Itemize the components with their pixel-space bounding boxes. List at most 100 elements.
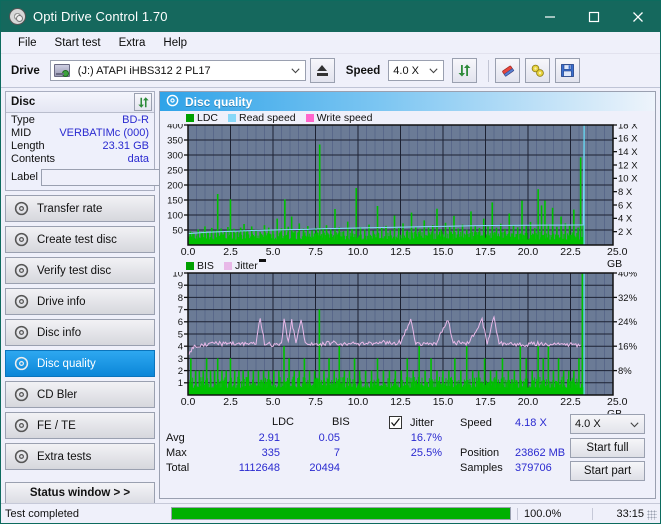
sidebar-item-label: Verify test disc: [37, 264, 112, 277]
sidebar-item-cd-bler[interactable]: CD Bler: [5, 381, 155, 408]
legend-item-read-speed: Read speed: [228, 112, 296, 124]
y-tick-label: 150: [167, 195, 183, 206]
maximize-icon[interactable]: [572, 1, 616, 32]
stats-jitter-max: 25.5%: [410, 447, 442, 459]
disc-icon: [14, 294, 29, 309]
menu-item-help[interactable]: Help: [154, 35, 196, 51]
disc-row-value: VERBATIMc (000): [59, 127, 149, 139]
menu-item-extra[interactable]: Extra: [110, 35, 155, 51]
drive-icon: [53, 64, 70, 77]
y2-tick-label: 32%: [618, 293, 638, 304]
x-tick-label: 5.0: [265, 246, 281, 258]
drive-select-value: (J:) ATAPI iHBS312 2 PL17: [77, 64, 211, 77]
x-tick-label: 22.5: [560, 396, 581, 408]
x-tick-label: 10.0: [347, 246, 369, 258]
legend-item-jitter: Jitter: [223, 259, 258, 272]
eraser-icon: [502, 65, 515, 77]
window-controls: [528, 1, 660, 32]
speed-select[interactable]: 4.0 X: [388, 60, 445, 81]
stats-row-label-max: Max: [166, 447, 187, 459]
sidebar-item-label: Extra tests: [37, 450, 92, 463]
app-window: Opti Drive Control 1.70 File Start test …: [0, 0, 661, 524]
stats-bis-total: 20494: [309, 462, 340, 474]
sidebar-item-label: FE / TE: [37, 419, 76, 432]
legend-label: Jitter: [234, 259, 258, 272]
sidebar-item-disc-quality[interactable]: Disc quality: [5, 350, 155, 377]
menu-item-start-test[interactable]: Start test: [46, 35, 110, 51]
y-tick-label: 100: [167, 210, 183, 221]
refresh-button[interactable]: [452, 58, 478, 83]
legend-swatch: [186, 261, 194, 270]
progress-bar: [171, 507, 511, 520]
drive-select[interactable]: (J:) ATAPI iHBS312 2 PL17: [49, 60, 306, 81]
jitter-checkbox[interactable]: [389, 416, 402, 429]
y-tick-label: 5: [178, 329, 183, 340]
disc-row-key: Contents: [11, 153, 56, 165]
disc-row-mid: MID VERBATIMc (000): [6, 126, 154, 139]
minimize-icon[interactable]: [528, 1, 572, 32]
sidebar-item-fe-te[interactable]: FE / TE: [5, 412, 155, 439]
disc-refresh-button[interactable]: [134, 93, 152, 111]
legend-label: BIS: [197, 259, 214, 272]
x-tick-label: 0.0: [180, 396, 196, 408]
y2-tick-label: 8%: [618, 366, 632, 377]
sidebar-item-transfer-rate[interactable]: Transfer rate: [5, 195, 155, 222]
test-speed-value: 4.0 X: [575, 418, 601, 430]
main-body: Disc Type BD-R MID VERBATIMc (000) Lengt…: [1, 88, 660, 504]
status-bar: Test completed 100.0% 33:15: [1, 503, 660, 523]
x-tick-label: 5.0: [265, 396, 281, 408]
disc-label-caption: Label: [11, 171, 38, 183]
y2-tick-label: 12 X: [618, 160, 638, 171]
legend-swatch: [223, 261, 232, 270]
status-window-button[interactable]: Status window > >: [5, 482, 155, 504]
legend-item-ldc: LDC: [186, 112, 218, 124]
samples-stat-value: 379706: [515, 462, 552, 474]
start-part-button[interactable]: Start part: [570, 461, 645, 481]
sidebar-item-drive-info[interactable]: Drive info: [5, 288, 155, 315]
resize-grip[interactable]: [647, 510, 657, 520]
disc-panel: Disc Type BD-R MID VERBATIMc (000) Lengt…: [5, 91, 243, 191]
x-tick-label: 17.5: [475, 396, 496, 408]
stats-ldc-avg: 2.91: [258, 432, 280, 444]
sidebar-item-disc-info[interactable]: Disc info: [5, 319, 155, 346]
disc-row-key: Length: [11, 140, 45, 152]
y-tick-label: 6: [178, 317, 183, 328]
x-tick-label: 17.5: [475, 246, 496, 258]
sidebar-item-extra-tests[interactable]: Extra tests: [5, 443, 155, 470]
x-tick-label: 10.0: [347, 396, 369, 408]
chart-legend-top: LDC Read speed Write speed: [160, 111, 655, 124]
y2-tick-label: 4 X: [618, 214, 633, 225]
sidebar-item-verify-test-disc[interactable]: Verify test disc: [5, 257, 155, 284]
sidebar-item-create-test-disc[interactable]: Create test disc: [5, 226, 155, 253]
erase-button[interactable]: [495, 58, 521, 83]
x-tick-label: 12.5: [390, 396, 411, 408]
disc-icon: [14, 356, 29, 371]
y2-tick-label: 2 X: [618, 227, 633, 238]
menu-item-file[interactable]: File: [9, 35, 46, 51]
test-speed-select[interactable]: 4.0 X: [570, 414, 645, 434]
ldc-chart: 400 350 300 250 200 150 100 50 18 X 16 X 14 X 12 X 1…: [167, 124, 638, 246]
y-tick-label: 50: [172, 225, 183, 236]
progress-percent: 100.0%: [517, 507, 592, 520]
stats-bis-avg: 0.05: [318, 432, 340, 444]
x-tick-label: 0.0: [180, 246, 196, 258]
y-tick-label: 2: [178, 366, 183, 377]
menu-bar: File Start test Extra Help: [1, 32, 660, 54]
disc-row-key: Type: [11, 114, 35, 126]
start-full-button[interactable]: Start full: [570, 438, 645, 458]
disc-panel-header: Disc: [6, 92, 154, 113]
jitter-label: Jitter: [410, 417, 434, 429]
close-icon[interactable]: [616, 1, 660, 32]
chart-bottom-x-axis: 0.0 2.5 5.0 7.5 10.0 12.5 15.0 17.5 20.0 22.5 25.0…: [160, 396, 655, 420]
disc-row-type: Type BD-R: [6, 113, 154, 126]
save-button[interactable]: [555, 58, 581, 83]
y2-tick-label: 16 X: [618, 134, 638, 145]
tools-icon: [531, 64, 544, 77]
tools-button[interactable]: [525, 58, 551, 83]
y-tick-label: 350: [167, 135, 183, 146]
disc-icon: [14, 263, 29, 278]
disc-icon: [14, 418, 29, 433]
eject-button[interactable]: [309, 58, 335, 83]
speed-stat-value: 4.18 X: [515, 417, 547, 429]
disc-label-row: Label: [6, 165, 243, 190]
